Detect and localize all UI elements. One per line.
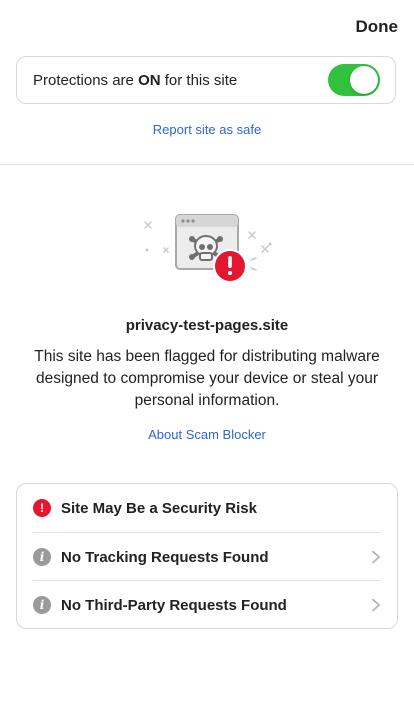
status-row-label: Site May Be a Security Risk — [61, 499, 257, 517]
malware-warning-illustration — [142, 210, 272, 285]
info-icon: i — [33, 596, 51, 614]
protection-toggle[interactable] — [328, 64, 380, 96]
protection-card: Protections are ON for this site — [16, 56, 396, 104]
status-row-security-risk: ! Site May Be a Security Risk — [33, 484, 381, 532]
status-row-label: No Tracking Requests Found — [61, 548, 269, 566]
status-card: ! Site May Be a Security Risk i No Track… — [16, 483, 398, 629]
protection-status-text: Protections are ON for this site — [33, 72, 328, 89]
protection-text-state: ON — [138, 71, 161, 89]
toggle-knob — [350, 66, 378, 94]
status-row-third-party[interactable]: i No Third-Party Requests Found — [33, 581, 381, 629]
about-scam-blocker-link[interactable]: About Scam Blocker — [0, 427, 414, 442]
chevron-right-icon — [372, 550, 380, 564]
info-icon: i — [33, 548, 51, 566]
skull-window-icon — [144, 214, 272, 283]
warning-description: This site has been flagged for distribut… — [34, 348, 380, 409]
protection-text-prefix: Protections are — [33, 71, 139, 89]
chevron-right-icon — [372, 598, 380, 612]
protection-text-suffix: for this site — [160, 71, 238, 89]
privacy-dashboard: Done Protections are ON for this site Re… — [0, 0, 414, 715]
status-row-label: No Third-Party Requests Found — [61, 596, 287, 614]
report-site-safe-link[interactable]: Report site as safe — [0, 122, 414, 137]
status-row-tracking[interactable]: i No Tracking Requests Found — [33, 533, 381, 581]
site-domain: privacy-test-pages.site — [125, 317, 289, 334]
alert-icon: ! — [33, 499, 51, 517]
divider — [0, 164, 414, 165]
done-button[interactable]: Done — [356, 17, 399, 37]
